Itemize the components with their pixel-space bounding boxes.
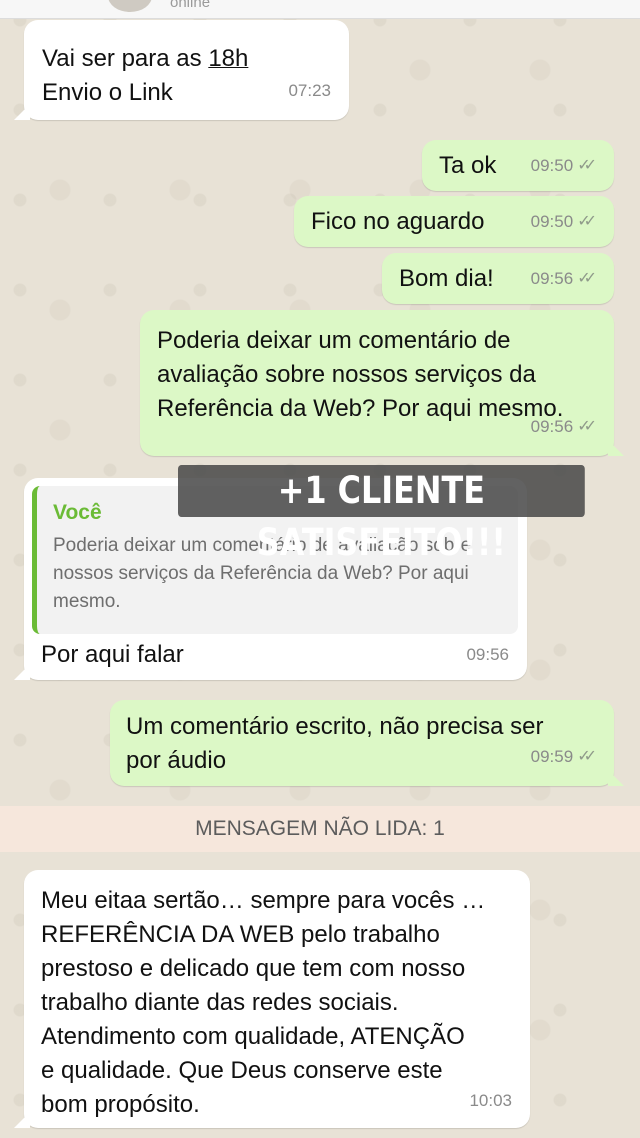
message-outgoing[interactable]: Fico no aguardo 09:50 ✓✓	[294, 196, 614, 247]
read-ticks-icon: ✓✓	[577, 213, 597, 230]
message-time: 09:50 ✓✓	[531, 149, 597, 183]
message-outgoing[interactable]: Ta ok 09:50 ✓✓	[422, 140, 614, 191]
message-text: Ta ok	[439, 152, 497, 179]
message-text: Bom dia!	[399, 265, 494, 292]
message-text: Fico no aguardo	[311, 208, 485, 235]
message-time: 09:56	[466, 645, 509, 664]
read-ticks-icon: ✓✓	[577, 418, 597, 435]
message-outgoing[interactable]: Poderia deixar um comentário de avaliaçã…	[140, 310, 624, 456]
message-time: 09:56 ✓✓	[531, 410, 597, 444]
message-time: 10:03	[469, 1091, 512, 1110]
message-incoming[interactable]: Vai ser para as 18h Envio o Link 07:23	[14, 20, 349, 120]
read-ticks-icon: ✓✓	[577, 270, 597, 287]
read-ticks-icon: ✓✓	[577, 157, 597, 174]
unread-messages-banner: MENSAGEM NÃO LIDA: 1	[0, 806, 640, 852]
message-time: 07:23	[288, 81, 331, 100]
contact-status: online	[170, 0, 211, 11]
message-time: 09:59 ✓✓	[531, 740, 597, 774]
time-link[interactable]: 18h	[208, 45, 248, 72]
message-text: Meu eitaa sertão… sempre para vocês … RE…	[41, 887, 486, 1118]
story-caption-overlay: +1 CLIENTE SATISFEITO!!!	[178, 465, 585, 564]
message-time: 09:50 ✓✓	[531, 205, 597, 239]
message-outgoing[interactable]: Bom dia! 09:56 ✓✓	[382, 253, 614, 304]
message-incoming[interactable]: Meu eitaa sertão… sempre para vocês … RE…	[14, 870, 530, 1128]
contact-avatar[interactable]	[108, 0, 152, 12]
message-time: 09:56 ✓✓	[531, 262, 597, 296]
read-ticks-icon: ✓✓	[577, 748, 597, 765]
chat-header[interactable]: online	[0, 0, 640, 19]
message-outgoing[interactable]: Um comentário escrito, não precisa ser p…	[110, 700, 624, 786]
message-text: Por aqui falar	[41, 641, 184, 668]
